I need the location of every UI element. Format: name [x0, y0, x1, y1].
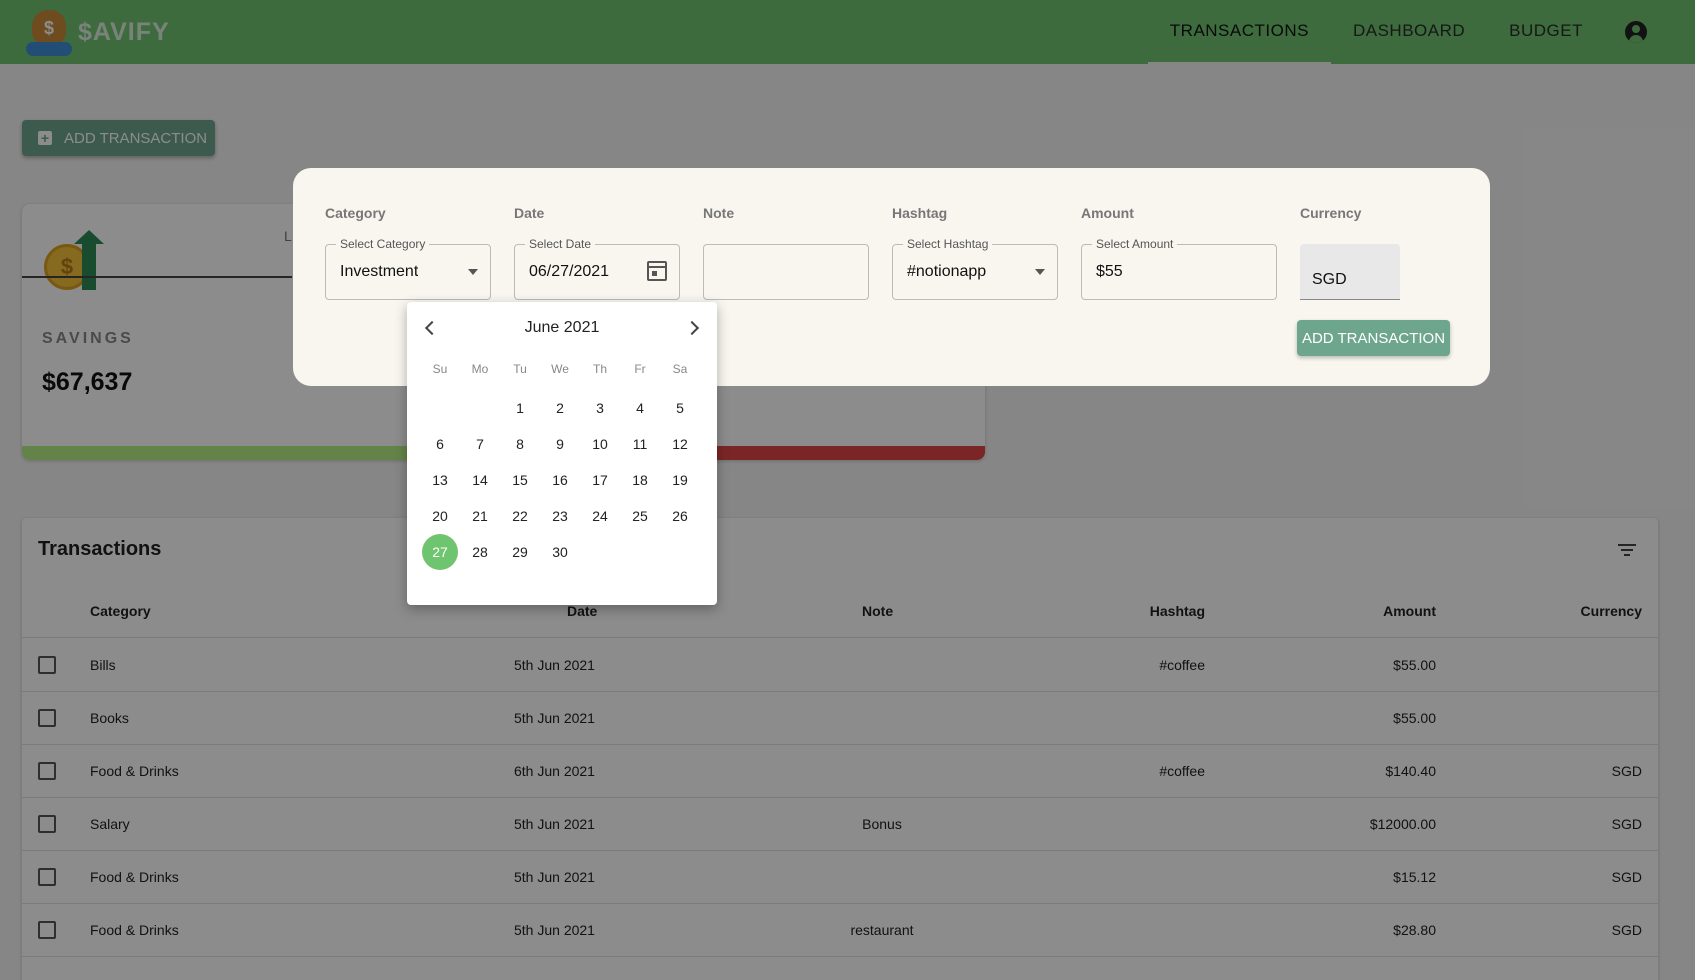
category-value: Investment [340, 263, 419, 280]
calendar-day[interactable]: 28 [462, 534, 498, 570]
weekday-label: Tu [513, 362, 527, 376]
currency-input[interactable]: SGD [1300, 244, 1400, 300]
weekday-label: Fr [634, 362, 646, 376]
calendar-day[interactable]: 8 [502, 426, 538, 462]
amount-label: Amount [1081, 205, 1134, 221]
hashtag-select[interactable]: Select Hashtag #notionapp [892, 237, 1058, 300]
hashtag-value: #notionapp [907, 263, 987, 280]
calendar-day[interactable]: 18 [622, 462, 658, 498]
calendar-day[interactable]: 26 [662, 498, 698, 534]
currency-value: SGD [1312, 271, 1347, 288]
weekday-label: Mo [471, 362, 489, 376]
calendar-day[interactable]: 19 [662, 462, 698, 498]
calendar-day[interactable]: 11 [622, 426, 658, 462]
calendar-day[interactable]: 1 [502, 390, 538, 426]
calendar-day[interactable]: 17 [582, 462, 618, 498]
calendar-day[interactable]: 25 [622, 498, 658, 534]
hashtag-label: Hashtag [892, 205, 948, 221]
currency-label: Currency [1300, 205, 1362, 221]
submit-transaction-button[interactable]: ADD TRANSACTION [1297, 320, 1450, 356]
calendar-header: June 2021 [407, 316, 717, 340]
weekday-label: We [551, 362, 569, 376]
category-select[interactable]: Select Category Investment [325, 237, 491, 300]
calendar-day[interactable]: 30 [542, 534, 578, 570]
modal-backdrop[interactable] [0, 0, 1695, 980]
calendar-day[interactable]: 16 [542, 462, 578, 498]
calendar-day[interactable]: 13 [422, 462, 458, 498]
calendar-day[interactable]: 24 [582, 498, 618, 534]
calendar-day[interactable]: 23 [542, 498, 578, 534]
calendar-day[interactable]: 22 [502, 498, 538, 534]
weekday-label: Sa [672, 362, 688, 376]
calendar-day[interactable]: 6 [422, 426, 458, 462]
calendar-month-label: June 2021 [524, 319, 600, 336]
dropdown-caret-icon [1035, 269, 1045, 275]
category-label: Category [325, 205, 386, 221]
date-value: 06/27/2021 [529, 263, 610, 280]
calendar-day[interactable]: 14 [462, 462, 498, 498]
calendar-icon[interactable] [647, 261, 667, 281]
calendar-day[interactable]: 2 [542, 390, 578, 426]
calendar-day[interactable]: 29 [502, 534, 538, 570]
calendar-day[interactable]: 20 [422, 498, 458, 534]
calendar-day[interactable]: 10 [582, 426, 618, 462]
weekday-label: Su [432, 362, 448, 376]
dropdown-caret-icon [468, 269, 478, 275]
calendar-day[interactable]: 5 [662, 390, 698, 426]
calendar-day[interactable]: 12 [662, 426, 698, 462]
note-label: Note [703, 205, 735, 221]
date-input[interactable]: Select Date 06/27/2021 [514, 237, 680, 300]
note-input[interactable] [703, 244, 869, 300]
date-label: Date [514, 205, 545, 221]
amount-input[interactable]: Select Amount $55 [1081, 237, 1277, 300]
calendar-day[interactable]: 7 [462, 426, 498, 462]
date-picker-popover: June 2021 Su Mo Tu We Th Fr Sa 1 2 3 4 5 6 7 8 9 10 11 12 1… [407, 302, 717, 605]
weekday-label: Th [592, 362, 607, 376]
calendar-day[interactable]: 9 [542, 426, 578, 462]
calendar-day[interactable]: 4 [622, 390, 658, 426]
calendar-day[interactable]: 3 [582, 390, 618, 426]
calendar-day[interactable]: 15 [502, 462, 538, 498]
calendar-day[interactable]: 21 [462, 498, 498, 534]
calendar-day-selected[interactable]: 27 [422, 534, 458, 570]
amount-value: $55 [1096, 263, 1123, 280]
